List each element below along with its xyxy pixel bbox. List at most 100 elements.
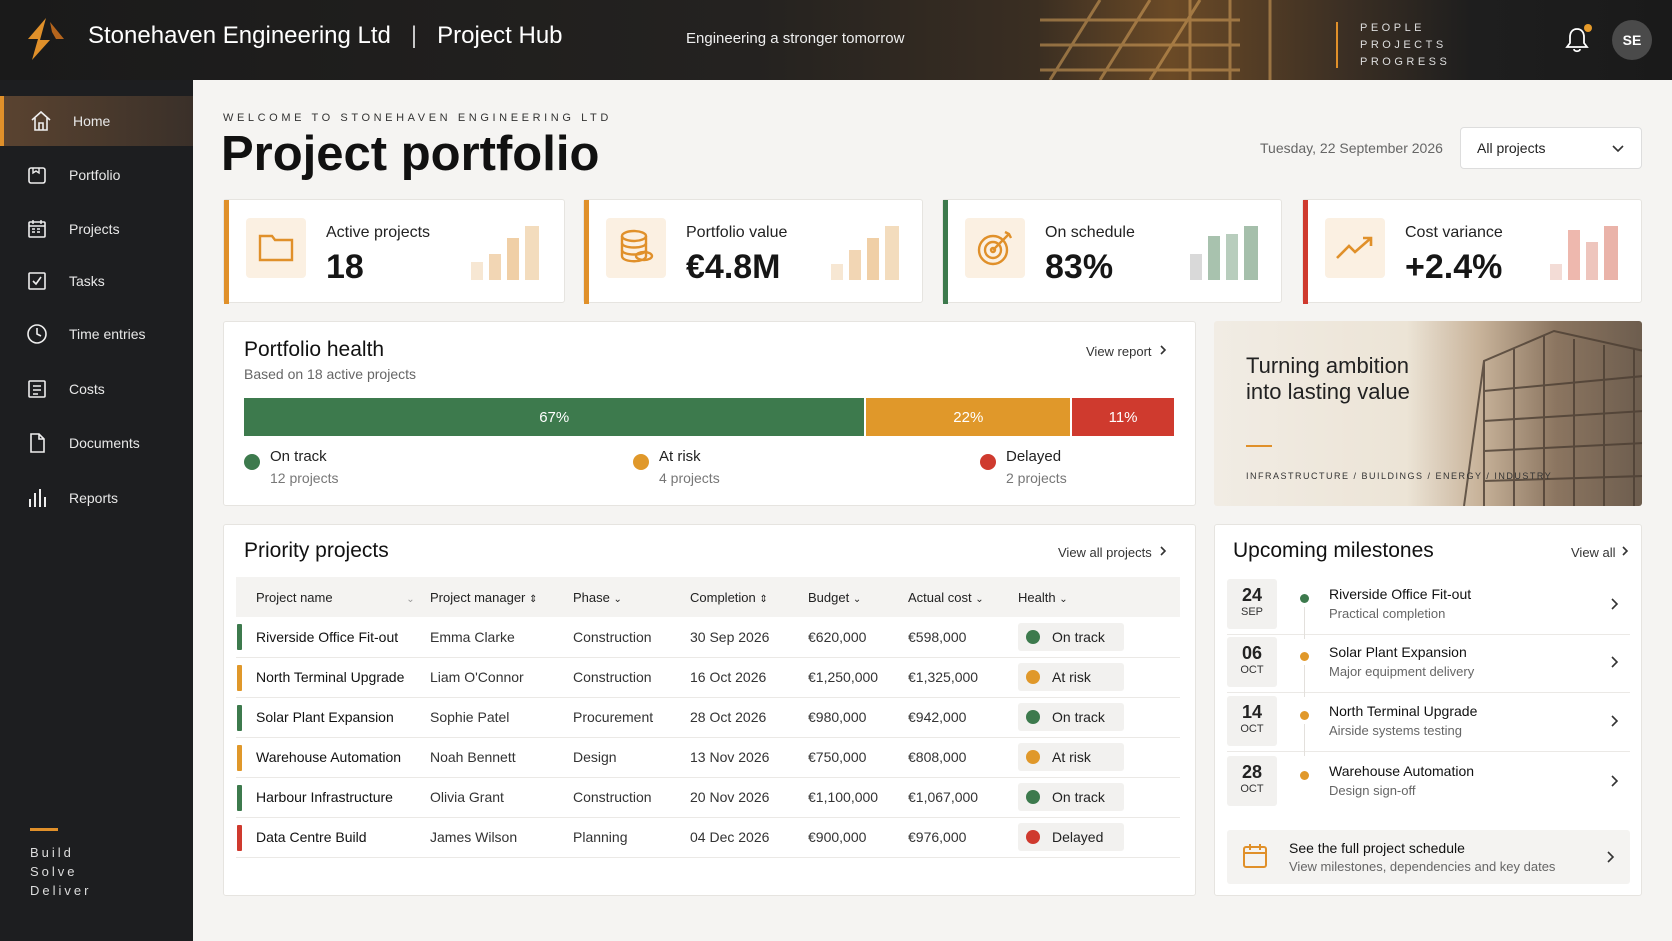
sidebar-item-label: Projects <box>69 221 120 237</box>
view-all-milestones-link[interactable]: View all <box>1571 545 1631 560</box>
milestone-item[interactable]: 28 OCT Warehouse Automation Design sign-o… <box>1227 754 1630 812</box>
column-header-phase[interactable]: Phase ⌄ <box>573 577 690 617</box>
project-manager: Emma Clarke <box>430 617 573 658</box>
project-manager: Noah Bennett <box>430 737 573 778</box>
kpi-card-on-schedule[interactable]: On schedule 83% <box>942 199 1282 304</box>
milestone-date: 24 SEP <box>1227 579 1277 629</box>
sidebar-item-label: Home <box>73 113 111 129</box>
brand[interactable]: Stonehaven Engineering Ltd | Project Hub <box>88 22 563 50</box>
status-dot <box>1300 711 1309 720</box>
motto-line: PEOPLE <box>1360 22 1426 34</box>
link-label: View report <box>1086 344 1152 359</box>
priority-projects-card: Priority projects View all projects Proj… <box>223 524 1196 896</box>
health-segment-delayed[interactable]: 11% <box>1072 398 1174 436</box>
sidebar-item-tasks[interactable]: Tasks <box>0 256 193 306</box>
sidebar-item-reports[interactable]: Reports <box>0 473 193 523</box>
project-name: Warehouse Automation <box>256 749 402 765</box>
table-row[interactable]: Warehouse Automation Noah Bennett Design… <box>236 737 1180 778</box>
row-status-bar <box>237 824 242 851</box>
chevron-right-icon <box>1611 598 1619 610</box>
row-status-bar <box>237 704 242 731</box>
clock-icon <box>27 324 47 344</box>
sidebar-item-documents[interactable]: Documents <box>0 418 193 468</box>
project-budget: €900,000 <box>808 817 908 858</box>
health-segment-at-risk[interactable]: 22% <box>866 398 1071 436</box>
column-label: Project manager <box>430 589 526 605</box>
milestone-item[interactable]: 14 OCT North Terminal Upgrade Airside sys… <box>1227 694 1630 756</box>
column-label: Phase <box>573 589 610 605</box>
column-header-actual-cost[interactable]: Actual cost ⌄ <box>908 577 1018 617</box>
chevron-down-icon <box>1612 145 1624 153</box>
milestone-item[interactable]: 06 OCT Solar Plant Expansion Major equipm… <box>1227 635 1630 697</box>
motto-line: Deliver <box>30 883 92 898</box>
view-report-link[interactable]: View report <box>1086 344 1169 359</box>
status-badge: At risk <box>1018 663 1124 691</box>
table-row[interactable]: Solar Plant Expansion Sophie Patel Procu… <box>236 697 1180 738</box>
milestone-item[interactable]: 24 SEP Riverside Office Fit-out Practical… <box>1227 577 1630 639</box>
full-schedule-link[interactable]: See the full project schedule View miles… <box>1227 830 1630 884</box>
sidebar-item-time-entries[interactable]: Time entries <box>0 309 193 359</box>
table-row[interactable]: Riverside Office Fit-out Emma Clarke Con… <box>236 617 1180 658</box>
view-all-projects-link[interactable]: View all projects <box>1058 545 1169 560</box>
notification-badge <box>1584 24 1592 32</box>
health-segment-on-track[interactable]: 67% <box>244 398 865 436</box>
milestone-month: OCT <box>1240 783 1264 795</box>
motto-line: Solve <box>30 864 78 879</box>
column-header-project-name[interactable]: Project name ⌄ <box>236 577 430 617</box>
trend-up-icon <box>1336 236 1373 259</box>
milestone-date: 06 OCT <box>1227 637 1277 687</box>
milestone-day: 06 <box>1241 643 1263 663</box>
column-header-health[interactable]: Health ⌄ <box>1018 577 1180 617</box>
status-badge: At risk <box>1018 743 1124 771</box>
health-stacked-bar: 67% 22% 11% <box>244 398 1174 436</box>
kpi-icon-box <box>606 218 666 278</box>
project-phase: Construction <box>573 617 690 658</box>
column-header-budget[interactable]: Budget ⌄ <box>808 577 908 617</box>
row-status-bar <box>237 744 242 771</box>
row-status-bar <box>237 784 242 811</box>
chevron-right-icon <box>1160 345 1167 355</box>
card-subtitle: Based on 18 active projects <box>244 366 416 382</box>
calendar-icon <box>28 220 46 238</box>
home-icon <box>31 110 51 131</box>
kpi-card-portfolio-value[interactable]: Portfolio value €4.8M <box>583 199 923 304</box>
sidebar-item-label: Portfolio <box>69 167 121 183</box>
project-completion: 04 Dec 2026 <box>690 817 808 858</box>
user-avatar[interactable]: SE <box>1612 20 1652 60</box>
project-actual-cost: €976,000 <box>908 817 1018 858</box>
status-dot <box>244 454 260 470</box>
sidebar-item-label: Documents <box>69 435 140 451</box>
sidebar-item-costs[interactable]: Costs <box>0 364 193 414</box>
status-badge: On track <box>1018 783 1124 811</box>
kpi-label: Cost variance <box>1405 224 1503 241</box>
status-dot <box>1026 670 1040 684</box>
project-phase: Planning <box>573 817 690 858</box>
column-label: Project name <box>256 589 333 605</box>
timeline-line <box>1304 724 1305 756</box>
sidebar-item-home[interactable]: Home <box>0 96 193 146</box>
welcome-text: WELCOME TO STONEHAVEN ENGINEERING LTD <box>223 112 612 124</box>
table-row[interactable]: North Terminal Upgrade Liam O'Connor Con… <box>236 657 1180 698</box>
calendar-icon <box>1243 844 1267 868</box>
project-completion: 20 Nov 2026 <box>690 777 808 818</box>
status-dot <box>1300 594 1309 603</box>
status-label: Delayed <box>1052 829 1104 845</box>
sidebar-item-portfolio[interactable]: Portfolio <box>0 150 193 200</box>
milestone-date: 28 OCT <box>1227 756 1277 806</box>
project-name: Riverside Office Fit-out <box>256 628 399 645</box>
sidebar-item-projects[interactable]: Projects <box>0 204 193 254</box>
project-filter-select[interactable]: All projects <box>1460 127 1642 169</box>
receipt-icon <box>28 380 46 398</box>
kpi-card-cost-variance[interactable]: Cost variance +2.4% <box>1302 199 1642 304</box>
kpi-card-active-projects[interactable]: Active projects 18 <box>223 199 565 304</box>
table-row[interactable]: Data Centre Build James Wilson Planning … <box>236 817 1180 858</box>
column-label: Budget <box>808 589 850 605</box>
column-header-project-manager[interactable]: Project manager ⇕ <box>430 577 573 617</box>
column-header-completion[interactable]: Completion ⇕ <box>690 577 808 617</box>
sort-icon: ⌄ <box>613 593 622 605</box>
table-row[interactable]: Harbour Infrastructure Olivia Grant Cons… <box>236 777 1180 818</box>
header-motto: PEOPLE PROJECTS PROGRESS <box>1360 20 1450 71</box>
kpi-sparkline-bars <box>1550 226 1618 280</box>
sort-icon: ⌄ <box>1059 593 1068 605</box>
status-badge: Delayed <box>1018 823 1124 851</box>
